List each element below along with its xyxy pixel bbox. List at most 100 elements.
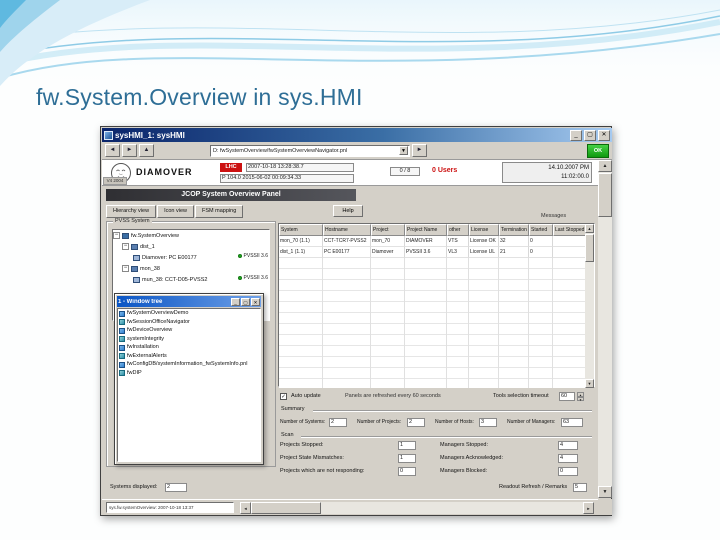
scroll-down-icon[interactable]: ▼ <box>585 379 594 388</box>
tree-row[interactable]: − mon_38 <box>113 263 269 274</box>
app-icon <box>104 130 113 140</box>
system-node-icon <box>131 243 138 250</box>
table-cell: PC E00177 <box>323 247 371 258</box>
readout-refresh-label: Readout Refresh / Remarks <box>499 484 568 490</box>
list-item-label: systemIntegrity <box>127 335 164 342</box>
column-header[interactable]: Project <box>371 224 405 236</box>
expander-icon[interactable]: − <box>113 232 120 239</box>
go-button[interactable]: ► <box>412 144 427 157</box>
list-item[interactable]: fwDIP <box>118 369 260 378</box>
scrollbar-thumb[interactable] <box>598 173 612 217</box>
column-header[interactable]: other <box>447 224 469 236</box>
table-cell: Diamover <box>371 247 405 258</box>
scroll-up-icon[interactable]: ▲ <box>598 160 612 172</box>
tree-leaf-label: mun_38: CCT-D05-PVSS2 <box>142 276 208 283</box>
column-header[interactable]: Termination <box>499 224 529 236</box>
list-item[interactable]: fwInstallation <box>118 343 260 352</box>
host-icon <box>133 276 140 283</box>
window-tree-list: fwSystemOverviewDemo fwSessionOfficeNavi… <box>117 308 261 462</box>
scan-item-label: Project State Mismatches: <box>280 455 344 461</box>
column-header[interactable]: Started <box>529 224 553 236</box>
back-icon: ◄ <box>109 147 116 153</box>
help-button[interactable]: Help <box>333 205 363 217</box>
list-item[interactable]: fwConfigDB/systemInformation_fwSystemInf… <box>118 360 260 369</box>
list-item[interactable]: fwSessionOfficeNavigator <box>118 318 260 327</box>
list-item-label: fwConfigDB/systemInformation_fwSystemInf… <box>127 361 248 367</box>
table-row[interactable]: dist_1 (1.1) PC E00177 Diamover PVSSII 3… <box>279 247 587 258</box>
horizontal-scrollbar[interactable]: ◄ ► <box>240 502 594 514</box>
header-strip: DIAMOVER LHC 2007-10-18 13:28:38.7 P 104… <box>102 160 598 186</box>
table-empty-area <box>279 258 587 388</box>
system-node-icon <box>131 265 138 272</box>
table-row[interactable]: mon_70 (1.1) CCT-TCR7-PVSS2 mon_70 DIAMO… <box>279 236 587 247</box>
list-item-label: fwDIP <box>127 369 142 376</box>
window-tree-titlebar[interactable]: 1 - Window tree _ ▢ ✕ <box>117 296 261 307</box>
tree-row[interactable]: Diamover: PC E00177 PVSSII 3.6 <box>113 252 269 263</box>
column-header[interactable]: Last Stopped <box>553 224 587 236</box>
table-cell: DIAMOVER <box>405 236 447 247</box>
up-button[interactable]: ▲ <box>139 144 154 157</box>
tab-fsm-mapping[interactable]: FSM mapping <box>195 205 244 218</box>
scroll-left-icon[interactable]: ◄ <box>240 502 251 514</box>
summary-separator <box>313 410 592 411</box>
timeout-field[interactable]: 60 <box>559 392 575 401</box>
forward-icon: ► <box>126 147 133 153</box>
close-button[interactable]: ✕ <box>598 129 610 141</box>
expander-icon[interactable]: − <box>122 265 129 272</box>
dropdown-icon[interactable]: ▼ <box>399 146 408 155</box>
scroll-down-icon[interactable]: ▼ <box>598 486 612 498</box>
system-state-indicator: OK <box>587 143 609 158</box>
tab-icon-view[interactable]: Icon view <box>157 205 195 218</box>
vertical-scrollbar[interactable]: ▲ ▼ <box>598 160 612 498</box>
address-combo[interactable]: D: fwSystemOverview/fwSystemOverviewNavi… <box>210 144 410 157</box>
table-grid: System Hostname Project Project Name oth… <box>279 224 587 388</box>
scan-value-field: 0 <box>398 467 416 476</box>
back-button[interactable]: ◄ <box>105 144 120 157</box>
panel-icon <box>119 336 125 342</box>
minimize-button[interactable]: _ <box>570 129 582 141</box>
overview-node-icon <box>122 232 129 239</box>
pvss-system-group-label: PVSS System <box>113 218 152 224</box>
column-header[interactable]: License <box>469 224 499 236</box>
scan-item-label: Managers Stopped: <box>440 442 489 448</box>
app-window: sysHMI_1: sysHMI _ ▢ ✕ ◄ ► ▲ D: fwSystem… <box>100 126 612 516</box>
window-titlebar[interactable]: sysHMI_1: sysHMI _ ▢ ✕ <box>102 128 612 142</box>
list-item[interactable]: fwExternalAlerts <box>118 352 260 361</box>
expander-icon[interactable]: − <box>122 243 129 250</box>
scrollbar-thumb[interactable] <box>251 502 321 514</box>
version-label: PVSSII 3.6 <box>237 275 268 281</box>
popup-minimize-button[interactable]: _ <box>231 297 240 306</box>
panel-icon <box>119 327 125 334</box>
tree-row[interactable]: − fw.SystemOverview <box>113 230 269 241</box>
readout-refresh-field[interactable]: 5 <box>573 483 587 492</box>
version-text: PVSSII 3.6 <box>243 253 268 259</box>
scan-value-field: 0 <box>558 467 578 476</box>
tree-row[interactable]: − dist_1 <box>113 241 269 252</box>
list-item[interactable]: systemIntegrity <box>118 335 260 344</box>
popup-close-button[interactable]: ✕ <box>251 297 260 306</box>
column-header[interactable]: Project Name <box>405 224 447 236</box>
panel-icon <box>119 370 125 376</box>
popup-maximize-button[interactable]: ▢ <box>241 297 250 306</box>
timeout-spinner[interactable]: ▲ ▼ <box>577 392 584 401</box>
scroll-up-icon[interactable]: ▲ <box>585 224 594 233</box>
scan-value-field: 4 <box>558 441 578 450</box>
scrollbar-thumb[interactable] <box>585 234 594 262</box>
scan-item-label: Managers Acknowledged: <box>440 455 503 461</box>
table-cell: 21 <box>499 247 529 258</box>
table-scrollbar[interactable]: ▲ ▼ <box>585 224 594 388</box>
summary-item-label: Number of Managers: <box>507 419 556 425</box>
list-item[interactable]: fwDeviceOverview <box>118 326 260 335</box>
auto-update-checkbox[interactable]: ✓ <box>280 393 287 400</box>
page-title: fw.System.Overview in sys.HMI <box>36 84 363 110</box>
tree-row[interactable]: mun_38: CCT-D05-PVSS2 PVSSII 3.6 <box>113 274 269 285</box>
scroll-right-icon[interactable]: ► <box>583 502 594 514</box>
list-item[interactable]: fwSystemOverviewDemo <box>118 309 260 318</box>
column-header[interactable]: System <box>279 224 323 236</box>
tab-hierarchy-view[interactable]: Hierarchy view <box>106 205 157 218</box>
spin-down-icon[interactable]: ▼ <box>577 396 584 401</box>
column-header[interactable]: Hostname <box>323 224 371 236</box>
scan-value-field: 1 <box>398 454 416 463</box>
maximize-button[interactable]: ▢ <box>584 129 596 141</box>
forward-button[interactable]: ► <box>122 144 137 157</box>
